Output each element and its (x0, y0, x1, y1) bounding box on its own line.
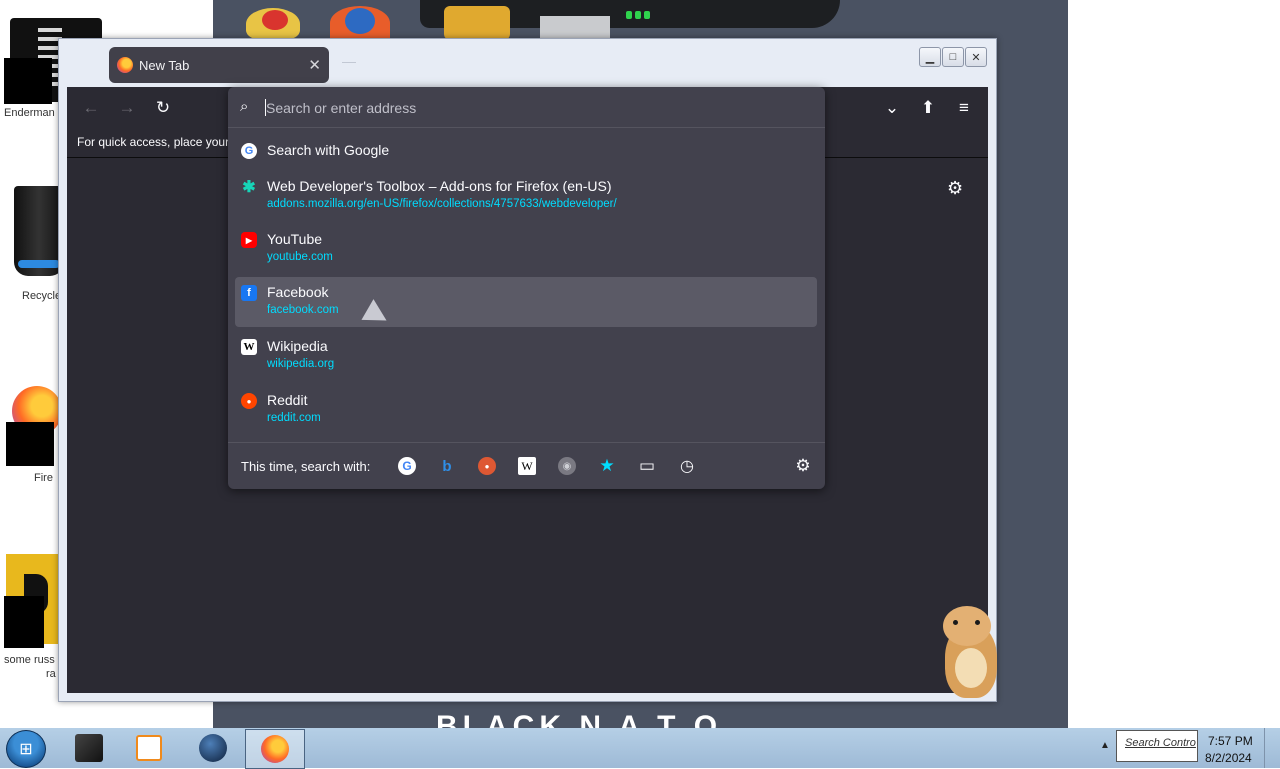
bookmarks-hint: For quick access, place your b (77, 135, 240, 149)
close-window-button[interactable]: ✕ (965, 47, 987, 67)
forward-icon[interactable]: → (115, 96, 139, 120)
google-engine-icon[interactable]: G (398, 457, 416, 475)
taskbar-app-firefox[interactable] (245, 729, 305, 769)
result-facebook[interactable]: f Facebook facebook.com (235, 277, 817, 331)
redacted-block (4, 58, 52, 104)
clock-time[interactable]: 7:57 PM (1208, 734, 1253, 748)
maximize-button[interactable]: □ (942, 47, 964, 67)
search-icon: ⌕ (240, 98, 249, 115)
taskbar-app-globe[interactable] (184, 729, 242, 767)
close-tab-icon[interactable]: ✕ (308, 56, 321, 74)
result-reddit[interactable]: ● Reddit reddit.com (235, 385, 817, 435)
desktop-right (1068, 0, 1280, 728)
taskbar: ⊞ ▲ Search Contro 7:57 PM 8/2/2024 (0, 728, 1280, 769)
wallpaper-text: BLACK N A T O (436, 712, 722, 728)
terminal-icon (75, 734, 103, 762)
wallpaper-box-icon (540, 16, 610, 40)
firefox-icon (261, 735, 289, 763)
result-youtube[interactable]: ▶ YouTube youtube.com (235, 224, 817, 274)
menu-icon[interactable]: ≡ (952, 96, 976, 120)
minimize-button[interactable]: ▁ (919, 47, 941, 67)
address-input[interactable] (264, 96, 808, 120)
show-desktop-button[interactable] (1264, 728, 1280, 768)
search-engine-icon[interactable]: ◉ (558, 457, 576, 475)
firefox-tab-icon (117, 57, 133, 73)
clock-date[interactable]: 8/2/2024 (1205, 751, 1252, 765)
taskbar-app-media[interactable] (120, 729, 178, 767)
globe-icon (199, 734, 227, 762)
urlbar: ⌕ (228, 87, 825, 128)
reddit-icon: ● (241, 393, 257, 409)
search-settings-gear-icon[interactable]: ⚙ (794, 456, 812, 475)
bing-engine-icon[interactable]: b (438, 457, 456, 475)
pocket-icon[interactable]: ⌄ (880, 96, 904, 120)
youtube-icon: ▶ (241, 232, 257, 248)
wallpaper-fish-detail (262, 10, 288, 30)
tab-title: New Tab (139, 57, 190, 73)
result-search-google[interactable]: G Search with Google (235, 135, 817, 167)
bookmarks-star-icon[interactable]: ★ (598, 456, 616, 475)
wallpaper-firefox-detail (345, 8, 375, 34)
one-off-label: This time, search with: (241, 459, 371, 474)
wallpaper-honey-icon (444, 6, 510, 40)
new-tab-button[interactable]: — (342, 53, 356, 69)
result-web-developer[interactable]: ✱ Web Developer's Toolbox – Add-ons for … (235, 171, 817, 221)
history-clock-icon[interactable]: ◷ (678, 457, 696, 475)
hamster-icon (939, 604, 1003, 702)
desktop-icon-russian[interactable]: some russ ra (4, 554, 64, 684)
duckduckgo-engine-icon[interactable]: ● (478, 457, 496, 475)
tray-overflow-icon[interactable]: ▲ (1100, 740, 1110, 751)
reload-icon[interactable]: ↻ (151, 96, 175, 120)
addon-puzzle-icon: ✱ (242, 179, 256, 196)
wikipedia-engine-icon[interactable]: W (518, 457, 536, 475)
extensions-icon[interactable]: ⬆ (916, 96, 940, 120)
wikipedia-icon: W (241, 339, 257, 355)
facebook-icon: f (241, 285, 257, 301)
tab-new-tab[interactable]: New Tab ✕ (109, 47, 329, 83)
tabs-icon[interactable]: ▭ (638, 456, 656, 475)
tray-search-control[interactable]: Search Contro (1116, 730, 1198, 762)
result-wikipedia[interactable]: W Wikipedia wikipedia.org (235, 331, 817, 381)
wallpaper-art-green (626, 6, 654, 19)
back-icon[interactable]: ← (79, 96, 103, 120)
google-icon: G (241, 143, 257, 159)
desktop-icon-firefox[interactable]: Fire (4, 386, 64, 486)
text-caret (265, 99, 266, 116)
start-button[interactable]: ⊞ (6, 730, 46, 768)
tab-strip: New Tab ✕ — ▁ □ ✕ (59, 39, 996, 87)
media-player-icon (136, 735, 162, 761)
mouse-cursor-icon (361, 299, 393, 331)
urlbar-dropdown: ⌕ G Search with Google ✱ Web Developer's… (228, 87, 825, 489)
taskbar-app-terminal[interactable] (60, 729, 118, 767)
one-off-search-bar: This time, search with: G b ● W ◉ ★ ▭ ◷ … (228, 442, 825, 490)
gear-icon[interactable]: ⚙ (947, 178, 963, 199)
